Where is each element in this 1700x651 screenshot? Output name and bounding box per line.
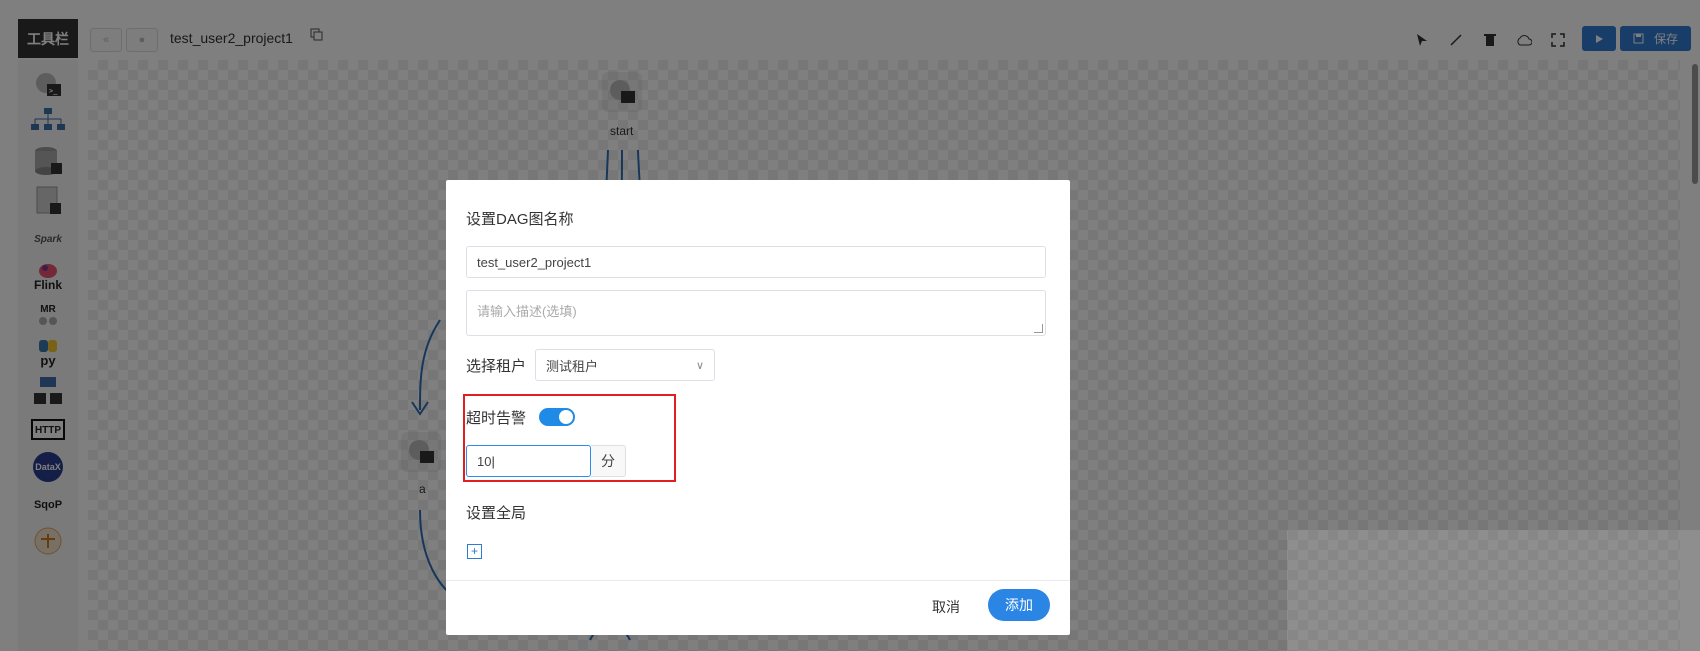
dag-name-value: test_user2_project1 <box>477 254 592 270</box>
highlight-box <box>463 394 676 482</box>
chevron-down-icon: ∨ <box>695 360 704 372</box>
dialog-footer: 取消 添加 <box>446 580 1070 636</box>
global-params-label: 设置全局 <box>466 505 527 522</box>
tenant-value: 测试租户 <box>546 358 599 374</box>
add-button[interactable]: 添加 <box>988 589 1050 621</box>
description-placeholder: 请输入描述(选填) <box>477 304 577 319</box>
dialog-title: 设置DAG图名称 <box>466 211 574 228</box>
description-textarea[interactable]: 请输入描述(选填) <box>466 290 1046 336</box>
add-param-icon[interactable]: + <box>467 544 482 559</box>
tenant-label: 选择租户 <box>466 358 527 375</box>
minimap[interactable] <box>1287 530 1700 651</box>
tenant-select[interactable]: 测试租户 ∨ <box>535 349 715 381</box>
cancel-button[interactable]: 取消 <box>932 597 960 617</box>
dag-settings-dialog: 设置DAG图名称 test_user2_project1 请输入描述(选填) 选… <box>446 180 1070 635</box>
resize-handle[interactable] <box>1034 324 1043 333</box>
dag-name-input[interactable]: test_user2_project1 <box>466 246 1046 278</box>
